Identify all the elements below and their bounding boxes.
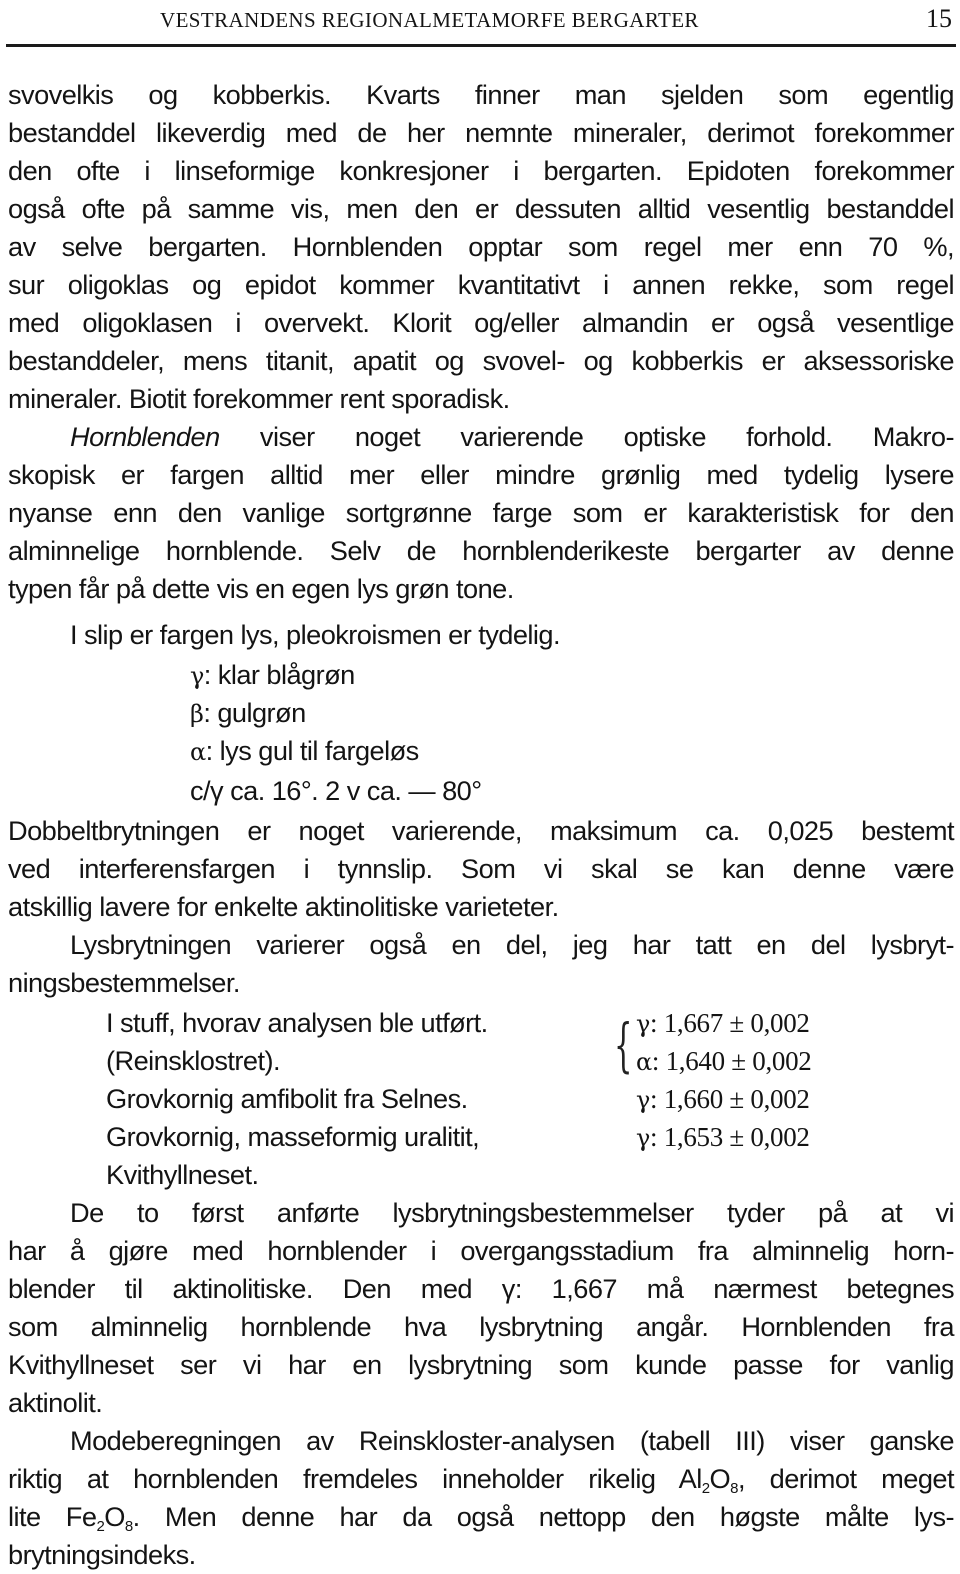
pleochroism-text: : gulgrøn: [203, 697, 306, 728]
text-line: skopisk er fargen alltid mer eller mindr…: [8, 459, 955, 490]
value-text: : 1,667 ± 0,002: [650, 1008, 810, 1038]
paragraph-first-line: Modeberegningen av Reinskloster-analysen…: [70, 1425, 955, 1456]
paragraph-first-line: Hornblenden viser noget varierende optis…: [8, 418, 955, 456]
alpha-symbol: α: [636, 1048, 652, 1076]
pleochroism-text: : klar blågrøn: [203, 659, 356, 690]
text-line: nyanse enn den vanlige sortgrønne farge …: [8, 497, 955, 528]
gamma-symbol: γ: [190, 662, 204, 690]
subscript: 8: [124, 1518, 133, 1535]
pleochroism-gamma: γ: klar blågrøn: [190, 656, 355, 695]
text-line: Kvithyllneset ser vi har en lysbrytning …: [8, 1349, 955, 1380]
pleochroism-text: : lys gul til fargeløs: [205, 735, 420, 766]
text-span: . Men denne har da også nettopp den høgs…: [132, 1501, 955, 1532]
measurement-label: Grovkornig amfibolit fra Selnes.: [106, 1083, 468, 1114]
paragraph-first-line: De to først anførte lysbrytningsbestemme…: [70, 1197, 955, 1228]
text-line: har å gjøre med hornblender i overgangss…: [8, 1235, 955, 1266]
pleochroism-alpha: α: lys gul til fargeløs: [190, 732, 419, 771]
value-text: : 1,660 ± 0,002: [650, 1084, 810, 1114]
measurement-value: α: 1,640 ± 0,002: [636, 1042, 812, 1081]
text-line: riktig at hornblenden fremdeles innehold…: [8, 1460, 955, 1498]
gamma-symbol: γ: [636, 1010, 651, 1038]
text-span: O: [104, 1501, 125, 1532]
text-span: lite Fe: [8, 1501, 97, 1532]
page-number: 15: [926, 4, 952, 33]
text-line: ningsbestemmelser.: [8, 967, 240, 998]
beta-symbol: β: [190, 700, 204, 728]
paragraph-first-line: Lysbrytningen varierer også en del, jeg …: [70, 929, 955, 960]
text-line: som alminnelig hornblende hva lysbrytnin…: [8, 1311, 955, 1342]
text-line: lite Fe2O8. Men denne har da også nettop…: [8, 1498, 955, 1536]
measurement-value: γ: 1,660 ± 0,002: [636, 1080, 810, 1119]
measurement-label: Kvithyllneset.: [106, 1159, 259, 1190]
curly-brace-icon: {: [614, 1011, 633, 1079]
subscript: 2: [701, 1480, 710, 1497]
page-header: VESTRANDENS REGIONALMETAMORFE BERGARTER …: [0, 0, 960, 47]
header-rule: [6, 44, 956, 47]
text-line: med oligoklasen i overvekt. Klorit og/el…: [8, 307, 955, 338]
value-text: : 1,653 ± 0,002: [650, 1122, 810, 1152]
pleochroism-beta: β: gulgrøn: [190, 694, 306, 733]
text-line: svovelkis og kobberkis. Kvarts finner ma…: [8, 79, 955, 110]
extinction-angle: c/γ ca. 16°. 2 v ca. — 80°: [190, 775, 482, 806]
measurement-label: (Reinsklostret).: [106, 1045, 281, 1076]
text-line: ved interferensfargen i tynnslip. Som vi…: [8, 853, 955, 884]
measurement-label: I stuff, hvorav analysen ble utført.: [106, 1007, 488, 1038]
text-line: bestanddel likeverdig med de her nemnte …: [8, 117, 955, 148]
measurement-label: Grovkornig, masseformig uralitit,: [106, 1121, 480, 1152]
text-line: aktinolit.: [8, 1387, 103, 1418]
document-page: VESTRANDENS REGIONALMETAMORFE BERGARTER …: [0, 0, 960, 1570]
text-line: av selve bergarten. Hornblenden opptar s…: [8, 231, 955, 262]
alpha-symbol: α: [190, 738, 206, 766]
measurement-value: γ: 1,653 ± 0,002: [636, 1118, 810, 1157]
text-span: O: [709, 1463, 731, 1494]
text-line: typen får på dette vis en egen lys grøn …: [8, 573, 514, 604]
text-line: brytningsindeks.: [8, 1539, 196, 1570]
text-line: atskillig lavere for enkelte aktinolitis…: [8, 891, 559, 922]
text-line: blender til aktinolitiske. Den med γ: 1,…: [8, 1273, 955, 1304]
text-line: I slip er fargen lys, pleokroismen er ty…: [70, 619, 561, 650]
italic-term: Hornblenden: [70, 421, 220, 452]
subscript: 8: [730, 1480, 738, 1497]
text-line: alminnelige hornblende. Selv de hornblen…: [8, 535, 955, 566]
measurement-value: γ: 1,667 ± 0,002: [636, 1004, 810, 1043]
text-span: , derimot meget: [737, 1463, 955, 1494]
text-line: også ofte på samme vis, men den er dessu…: [8, 193, 955, 224]
running-title: VESTRANDENS REGIONALMETAMORFE BERGARTER: [160, 8, 699, 32]
text-span: riktig at hornblenden fremdeles innehold…: [8, 1463, 702, 1494]
text-line: Dobbeltbrytningen er noget varierende, m…: [8, 815, 955, 846]
text-line: mineraler. Biotit forekommer rent sporad…: [8, 383, 510, 414]
text-line: sur oligoklas og epidot kommer kvantitat…: [8, 269, 955, 300]
text-line: bestanddeler, mens titanit, apatit og sv…: [8, 345, 955, 376]
value-text: : 1,640 ± 0,002: [651, 1046, 812, 1076]
text-line: den ofte i linseformige konkresjoner i b…: [8, 155, 955, 186]
gamma-symbol: γ: [636, 1086, 651, 1114]
text-span: viser noget varierende optiske forhold. …: [219, 421, 955, 452]
gamma-symbol: γ: [636, 1124, 651, 1152]
